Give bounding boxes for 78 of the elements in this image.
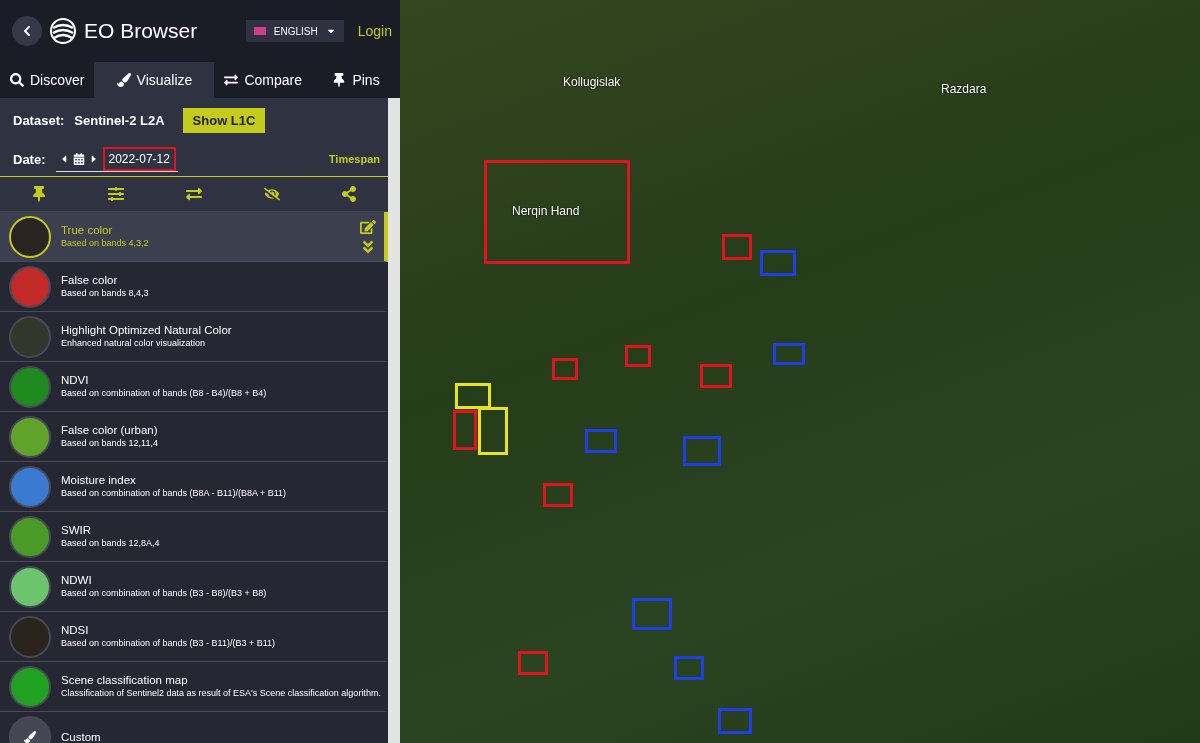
layer-name: NDVI (61, 374, 90, 386)
layer-item[interactable]: False color (urban) Based on bands 12,11,4 (0, 412, 388, 462)
layer-name: Moisture index (61, 474, 137, 486)
layer-item[interactable]: NDWI Based on combination of bands (B3 - B8)/(B3 + B8) (0, 562, 388, 612)
place-label: Razdara (941, 82, 987, 96)
layer-name: Highlight Optimized Natural Color (61, 324, 233, 336)
hidden-eye-icon[interactable] (263, 186, 280, 202)
layer-item[interactable]: False color Based on bands 8,4,3 (0, 262, 388, 312)
layer-description: Based on combination of bands (B3 - B8)/(B3 + B8) (61, 588, 268, 599)
date-field[interactable]: 2022-07-12 (55, 146, 178, 172)
layer-thumbnail (9, 515, 51, 558)
layer-description: Classification of Sentinel2 data as result of ESA's Scene classification algorithm. (61, 688, 382, 699)
layer-description: Based on combination of bands (B8A - B11)/(B8A + B11) (61, 488, 288, 499)
layer-description: Based on bands 12,8A,4 (61, 538, 161, 549)
layer-item[interactable]: Scene classification map Classification of Sentinel2 data as result of ESA's Scene classification algorithm. (0, 662, 388, 712)
layer-thumbnail (9, 565, 51, 608)
app-title: EO Browser (84, 19, 199, 43)
scrollbar[interactable] (388, 98, 400, 743)
place-label: Nerqin Hand (512, 204, 580, 218)
brush-icon (24, 730, 36, 743)
back-icon (21, 25, 33, 37)
language-dropdown[interactable]: ENGLISH (245, 20, 344, 42)
layer-thumbnail (9, 265, 51, 308)
layer-thumbnail (9, 465, 51, 508)
flag-icon (253, 27, 266, 35)
layer-name: Scene classification map (61, 674, 189, 686)
layer-name: NDSI (61, 624, 90, 636)
layer-thumbnail (9, 415, 51, 458)
expand-icon[interactable] (360, 238, 376, 255)
tab[interactable]: Pins (312, 62, 400, 98)
layer-description: Based on combination of bands (B8 - B4)/(B8 + B4) (61, 388, 268, 399)
dataset-label: Dataset: (13, 112, 65, 128)
layer-item[interactable]: Moisture index Based on combination of bands (B8A - B11)/(B8A + B11) (0, 462, 388, 512)
calendar-icon[interactable] (72, 152, 85, 165)
layer-name: SWIR (61, 524, 93, 536)
tab[interactable]: Compare (214, 62, 313, 98)
pin-icon (332, 73, 347, 87)
timespan-link[interactable]: Timespan (328, 153, 380, 165)
layer-description: Based on bands 12,11,4 (61, 438, 159, 449)
tab[interactable]: Discover (0, 62, 95, 98)
layer-item[interactable]: Highlight Optimized Natural Color Enhanced natural color visualization (0, 312, 388, 362)
layer-name: True color (61, 224, 114, 236)
layer-name: False color (61, 274, 119, 286)
place-label: Kollugislak (563, 75, 621, 89)
layer-item[interactable]: NDSI Based on combination of bands (B3 - B11)/(B3 + B11) (0, 612, 388, 662)
dataset-name: Sentinel-2 L2A (74, 112, 165, 128)
logo-icon (50, 18, 76, 44)
layer-thumbnail (9, 215, 51, 258)
show-l1c-button[interactable]: Show L1C (182, 107, 266, 133)
layer-name: Custom (61, 730, 102, 743)
layer-name: False color (urban) (61, 424, 159, 436)
brush-icon (116, 73, 131, 87)
search-icon (10, 73, 24, 87)
date-value: 2022-07-12 (102, 146, 176, 171)
satellite-map[interactable]: Kollugislak Razdara Nerqin Hand (400, 0, 1200, 743)
tab[interactable]: Visualize (94, 62, 215, 98)
swap-icon (224, 73, 239, 87)
layer-name: NDWI (61, 574, 93, 586)
share-icon[interactable] (341, 186, 358, 202)
layer-thumbnail (9, 365, 51, 408)
layer-item[interactable]: NDVI Based on combination of bands (B8 - B4)/(B8 + B4) (0, 362, 388, 412)
back-button[interactable] (12, 16, 42, 46)
layer-description: Based on bands 8,4,3 (61, 288, 150, 299)
layer-item[interactable]: SWIR Based on bands 12,8A,4 (0, 512, 388, 562)
layer-description: Based on combination of bands (B3 - B11)/(B3 + B11) (61, 638, 277, 649)
pin-icon[interactable] (30, 186, 47, 202)
sliders-icon[interactable] (108, 186, 125, 202)
edit-icon[interactable] (360, 218, 376, 235)
layer-item[interactable]: True color Based on bands 4,3,2 (0, 212, 388, 262)
login-link[interactable]: Login (357, 23, 392, 39)
layer-thumbnail (9, 665, 51, 708)
layer-description: Based on bands 4,3,2 (61, 238, 150, 249)
date-label: Date: (13, 151, 46, 167)
layer-thumbnail (9, 315, 51, 358)
layer-item[interactable]: Custom (0, 712, 388, 743)
layer-description: Enhanced natural color visualization (61, 338, 207, 349)
layer-thumbnail (9, 615, 51, 658)
swap-icon[interactable] (186, 186, 202, 202)
